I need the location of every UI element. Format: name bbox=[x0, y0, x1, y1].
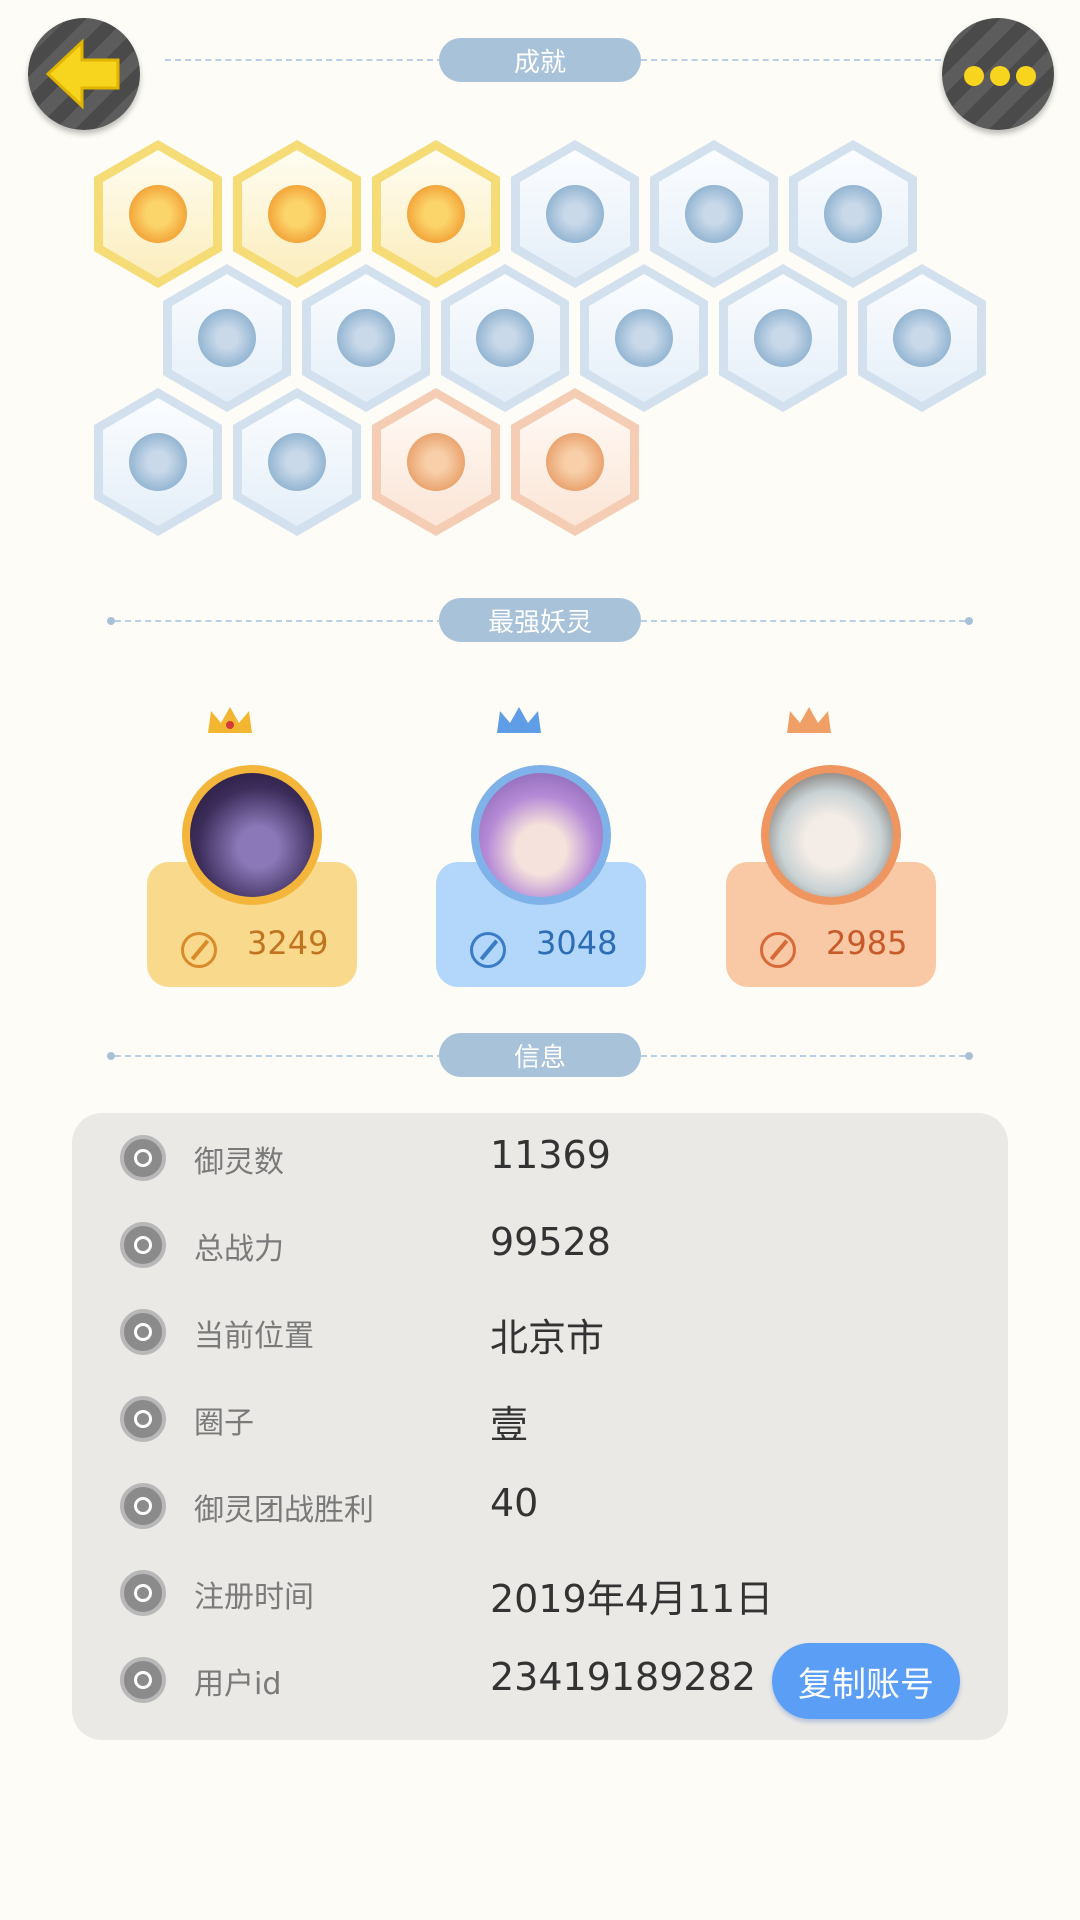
achievement-badge[interactable] bbox=[580, 264, 708, 412]
achievement-badge[interactable] bbox=[441, 264, 569, 412]
team-battle-icon bbox=[120, 1483, 166, 1529]
info-value: 40 bbox=[490, 1481, 539, 1525]
achievement-emblem-icon bbox=[719, 264, 847, 412]
achievement-emblem-icon bbox=[302, 264, 430, 412]
info-label: 总战力 bbox=[194, 1232, 284, 1267]
copy-account-button[interactable]: 复制账号 bbox=[772, 1643, 960, 1719]
achievement-badge[interactable] bbox=[511, 140, 639, 288]
info-row-team-battle: 御灵团战胜利 40 bbox=[72, 1461, 1008, 1548]
section-divider bbox=[641, 620, 965, 622]
info-label: 当前位置 bbox=[194, 1319, 314, 1354]
back-button[interactable] bbox=[28, 18, 140, 130]
achievement-emblem-icon bbox=[441, 264, 569, 412]
back-arrow-icon bbox=[45, 38, 120, 110]
achievement-badge[interactable] bbox=[511, 388, 639, 536]
achievement-badge[interactable] bbox=[650, 140, 778, 288]
sword-icon bbox=[470, 932, 506, 968]
section-divider bbox=[165, 59, 443, 61]
info-row-spirit-count: 御灵数 11369 bbox=[72, 1113, 1008, 1200]
bronze-crown-icon bbox=[787, 707, 831, 733]
section-divider bbox=[641, 1055, 965, 1057]
location-pin-icon bbox=[120, 1309, 166, 1355]
spirit-avatar-2[interactable] bbox=[471, 765, 611, 905]
spirit-avatar-3[interactable] bbox=[761, 765, 901, 905]
achievement-badge[interactable] bbox=[94, 388, 222, 536]
info-row-user-id: 用户id 23419189282 复制账号 bbox=[72, 1635, 1008, 1722]
achievement-emblem-icon bbox=[94, 388, 222, 536]
info-value: 北京市 bbox=[490, 1316, 605, 1360]
divider-dot bbox=[107, 1052, 115, 1060]
info-row-circle[interactable]: 圈子 壹 bbox=[72, 1374, 1008, 1461]
achievement-badge[interactable] bbox=[94, 140, 222, 288]
info-row-location: 当前位置 北京市 bbox=[72, 1287, 1008, 1374]
info-label: 注册时间 bbox=[194, 1580, 314, 1615]
info-panel: 御灵数 11369 总战力 99528 当前位置 北京市 圈子 壹 御灵团战胜利… bbox=[72, 1113, 1008, 1740]
achievement-badge[interactable] bbox=[372, 388, 500, 536]
info-row-register-time: 注册时间 2019年4月11日 bbox=[72, 1548, 1008, 1635]
achievement-badge[interactable] bbox=[372, 140, 500, 288]
info-value: 23419189282 bbox=[490, 1655, 756, 1699]
id-card-icon bbox=[120, 1657, 166, 1703]
section-title-achievements: 成就 bbox=[439, 38, 641, 82]
achievement-emblem-icon bbox=[233, 140, 361, 288]
info-value: 11369 bbox=[490, 1133, 611, 1177]
achievement-emblem-icon bbox=[511, 140, 639, 288]
spirit-avatar-1[interactable] bbox=[182, 765, 322, 905]
achievement-badge[interactable] bbox=[233, 140, 361, 288]
achievement-badge[interactable] bbox=[302, 264, 430, 412]
sword-icon bbox=[181, 932, 217, 968]
achievement-emblem-icon bbox=[372, 140, 500, 288]
spirit-power: 3249 bbox=[247, 924, 329, 962]
section-divider bbox=[115, 1055, 443, 1057]
achievement-emblem-icon bbox=[233, 388, 361, 536]
section-divider bbox=[641, 59, 941, 61]
achievement-badge[interactable] bbox=[789, 140, 917, 288]
silver-crown-icon bbox=[497, 707, 541, 733]
achievement-emblem-icon bbox=[789, 140, 917, 288]
achievement-emblem-icon bbox=[650, 140, 778, 288]
circle-target-icon bbox=[120, 1396, 166, 1442]
section-title-info: 信息 bbox=[439, 1033, 641, 1077]
info-row-total-power: 总战力 99528 bbox=[72, 1200, 1008, 1287]
divider-dot bbox=[965, 1052, 973, 1060]
achievement-badge[interactable] bbox=[163, 264, 291, 412]
gold-crown-icon bbox=[208, 707, 252, 733]
divider-dot bbox=[107, 617, 115, 625]
achievement-badge[interactable] bbox=[719, 264, 847, 412]
info-value: 2019年4月11日 bbox=[490, 1577, 774, 1621]
achievement-emblem-icon bbox=[858, 264, 986, 412]
info-label: 圈子 bbox=[194, 1406, 254, 1441]
section-divider bbox=[115, 620, 443, 622]
info-label: 御灵团战胜利 bbox=[194, 1493, 374, 1528]
clock-icon bbox=[120, 1570, 166, 1616]
achievement-emblem-icon bbox=[580, 264, 708, 412]
spirit-power: 3048 bbox=[536, 924, 618, 962]
achievement-emblem-icon bbox=[94, 140, 222, 288]
info-label: 御灵数 bbox=[194, 1145, 284, 1180]
section-title-top-spirits: 最强妖灵 bbox=[439, 598, 641, 642]
info-label: 用户id bbox=[194, 1667, 282, 1702]
sword-icon bbox=[760, 932, 796, 968]
divider-dot bbox=[965, 617, 973, 625]
info-value: 99528 bbox=[490, 1220, 611, 1264]
spirit-count-icon bbox=[120, 1135, 166, 1181]
achievement-emblem-icon bbox=[163, 264, 291, 412]
achievement-emblem-icon bbox=[511, 388, 639, 536]
sword-icon bbox=[120, 1222, 166, 1268]
more-dots-icon bbox=[964, 66, 1036, 86]
spirit-power: 2985 bbox=[826, 924, 908, 962]
achievement-badge[interactable] bbox=[858, 264, 986, 412]
info-value: 壹 bbox=[490, 1403, 529, 1447]
achievement-badge[interactable] bbox=[233, 388, 361, 536]
more-button[interactable] bbox=[942, 18, 1054, 130]
achievement-emblem-icon bbox=[372, 388, 500, 536]
